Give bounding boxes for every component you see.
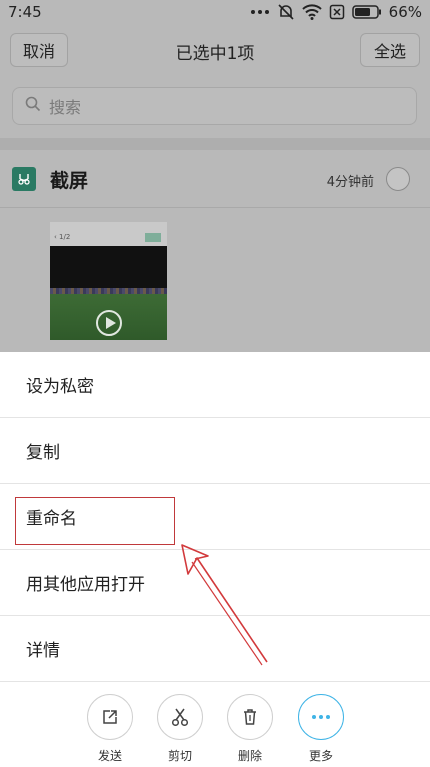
menu-item-label: 用其他应用打开: [26, 575, 145, 595]
sim-off-icon: [329, 4, 345, 20]
selection-header: 取消 已选中1项 全选: [0, 26, 430, 74]
trash-icon: [227, 694, 273, 740]
screenshot-folder-icon: [12, 167, 36, 191]
play-icon: [96, 310, 122, 336]
delete-button[interactable]: 删除: [220, 694, 280, 764]
cut-label: 剪切: [167, 749, 192, 763]
section-header: 截屏 4分钟前: [0, 150, 430, 208]
menu-item-label: 设为私密: [26, 377, 94, 397]
battery-percent: 66%: [388, 3, 422, 21]
wifi-icon: [301, 4, 322, 20]
rename-highlight-box: [15, 497, 175, 545]
delete-label: 删除: [237, 749, 262, 763]
send-button[interactable]: 发送: [80, 694, 140, 764]
dots-icon: [250, 9, 270, 15]
send-label: 发送: [97, 749, 122, 763]
menu-item-label: 详情: [26, 641, 60, 661]
more-button[interactable]: 更多: [291, 694, 351, 764]
status-icons: 66%: [250, 3, 422, 21]
dimmed-background: 7:45 66% 取消 已选中1项 全选 搜索 截屏 4分钟前 ‹ 1/2: [0, 0, 430, 352]
menu-item-open-with[interactable]: 用其他应用打开: [0, 550, 430, 616]
menu-item-details[interactable]: 详情: [0, 616, 430, 682]
more-label: 更多: [308, 749, 333, 763]
thumbnail-label-icon: ‹ 1/2: [54, 233, 71, 241]
section-select-checkbox[interactable]: [386, 167, 410, 191]
thumbnail-topbar: ‹ 1/2: [50, 222, 167, 246]
cut-button[interactable]: 剪切: [150, 694, 210, 764]
battery-icon: [351, 5, 382, 19]
menu-item-label: 复制: [26, 443, 60, 463]
scissors-icon: [157, 694, 203, 740]
section-timestamp: 4分钟前: [326, 175, 374, 190]
bottom-toolbar: 发送 剪切 删除 更多: [0, 686, 430, 767]
mute-bell-icon: [277, 3, 295, 21]
video-thumbnail[interactable]: ‹ 1/2: [50, 222, 167, 340]
search-placeholder: 搜索: [49, 98, 82, 117]
status-time: 7:45: [8, 3, 42, 21]
thumbnail-button-shape: [145, 233, 161, 242]
search-icon: [25, 96, 41, 116]
status-bar: 7:45 66%: [0, 0, 430, 24]
select-all-button[interactable]: 全选: [360, 33, 420, 67]
more-icon: [298, 694, 344, 740]
send-icon: [87, 694, 133, 740]
section-title: 截屏: [50, 170, 89, 192]
section-divider: [0, 138, 430, 150]
menu-item-copy[interactable]: 复制: [0, 418, 430, 484]
menu-item-set-private[interactable]: 设为私密: [0, 352, 430, 418]
search-input[interactable]: 搜索: [12, 87, 417, 125]
